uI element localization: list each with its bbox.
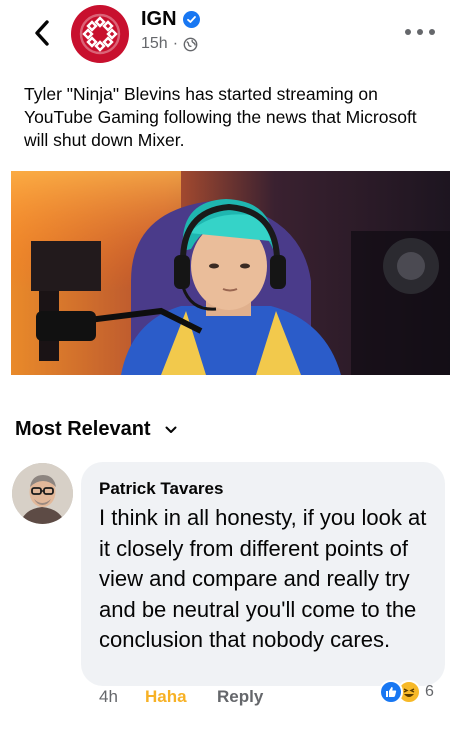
comment-actions: 4h Haha Reply [99,687,263,707]
verified-badge-icon [182,11,200,28]
commenter-photo [12,463,73,524]
react-button[interactable]: Haha [145,687,217,707]
page-name[interactable]: IGN [141,8,200,31]
comment-reactions[interactable]: 6 [379,679,434,705]
comment-author[interactable]: Patrick Tavares [99,479,427,499]
post-meta: 15h · [141,35,198,53]
post-text: Tyler "Ninja" Blevins has started stream… [24,84,417,150]
more-options-button[interactable] [405,27,435,37]
comment-time[interactable]: 4h [99,687,145,707]
page-avatar[interactable] [71,5,129,63]
comment-bubble: Patrick Tavares I think in all honesty, … [81,462,445,686]
post-header: IGN 15h · [0,0,461,70]
comment-text: I think in all honesty, if you look at i… [99,505,427,652]
more-options-icon [405,29,411,35]
post-time[interactable]: 15h [141,35,168,53]
globe-icon [183,37,198,51]
page-name-label[interactable]: IGN [141,8,177,31]
reaction-count: 6 [425,683,434,700]
reply-button[interactable]: Reply [217,687,263,707]
back-button[interactable] [30,18,54,48]
comment-sort-label[interactable]: Most Relevant [15,418,151,441]
like-reaction-icon [379,680,403,704]
chevron-down-icon [165,426,177,433]
comment-sort-dropdown[interactable]: Most Relevant [15,418,177,441]
post-photo-image [11,171,450,375]
ign-logo-icon [79,13,121,55]
meta-separator: · [172,35,179,52]
chevron-left-icon [35,20,49,46]
post-photo[interactable] [11,171,450,375]
commenter-avatar[interactable] [12,463,73,524]
